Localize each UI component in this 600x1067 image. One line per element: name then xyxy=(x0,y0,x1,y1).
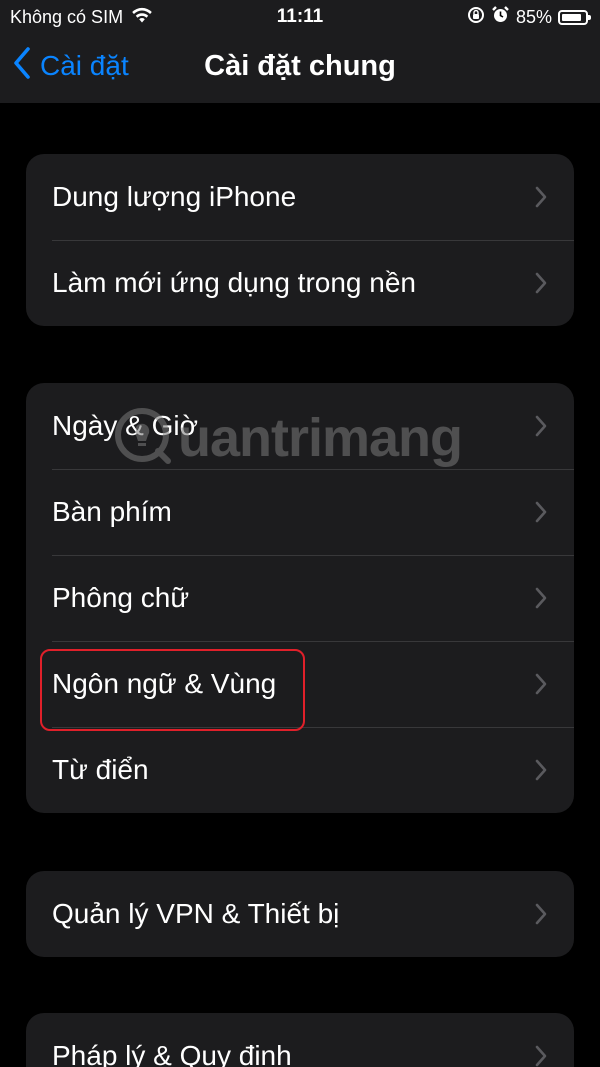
row-label: Từ điển xyxy=(52,754,149,785)
settings-group-legal: Pháp lý & Quy định xyxy=(26,1013,574,1067)
row-language-region[interactable]: Ngôn ngữ & Vùng xyxy=(26,641,574,727)
row-label: Phông chữ xyxy=(52,582,190,613)
chevron-right-icon xyxy=(535,587,547,609)
row-legal-regulatory[interactable]: Pháp lý & Quy định xyxy=(26,1013,574,1067)
chevron-right-icon xyxy=(535,501,547,523)
row-date-time[interactable]: Ngày & Giờ xyxy=(26,383,574,469)
row-background-refresh[interactable]: Làm mới ứng dụng trong nền xyxy=(26,240,574,326)
battery-percent: 85% xyxy=(515,6,552,27)
alarm-icon xyxy=(491,5,510,29)
chevron-right-icon xyxy=(535,903,547,925)
battery-icon xyxy=(558,9,591,25)
row-label: Quản lý VPN & Thiết bị xyxy=(52,898,340,929)
screen: Không có SIM 11:11 85% Cài đặt Cài đặt c… xyxy=(0,0,600,1067)
page-title: Cài đặt chung xyxy=(204,50,396,82)
row-label: Ngày & Giờ xyxy=(52,410,198,441)
chevron-right-icon xyxy=(535,415,547,437)
row-dictionary[interactable]: Từ điển xyxy=(26,727,574,813)
chevron-right-icon xyxy=(535,272,547,294)
status-right: 85% xyxy=(467,5,591,29)
row-fonts[interactable]: Phông chữ xyxy=(26,555,574,641)
top-bar: Không có SIM 11:11 85% Cài đặt Cài đặt c… xyxy=(0,0,600,103)
row-keyboard[interactable]: Bàn phím xyxy=(26,469,574,555)
row-label: Làm mới ứng dụng trong nền xyxy=(52,267,416,298)
settings-group-storage: Dung lượng iPhone Làm mới ứng dụng trong… xyxy=(26,154,574,326)
row-label: Bàn phím xyxy=(52,496,172,527)
settings-group-vpn: Quản lý VPN & Thiết bị xyxy=(26,871,574,957)
chevron-right-icon xyxy=(535,1045,547,1067)
chevron-right-icon xyxy=(535,186,547,208)
battery-fill xyxy=(562,13,581,21)
rotation-lock-icon xyxy=(467,6,485,29)
row-label: Pháp lý & Quy định xyxy=(52,1040,292,1067)
row-label: Dung lượng iPhone xyxy=(52,181,297,212)
row-label: Ngôn ngữ & Vùng xyxy=(52,668,277,699)
settings-group-locale: Ngày & Giờ Bàn phím Phông chữ Ngôn ngữ &… xyxy=(26,383,574,813)
row-vpn-device-management[interactable]: Quản lý VPN & Thiết bị xyxy=(26,871,574,957)
chevron-right-icon xyxy=(535,673,547,695)
row-iphone-storage[interactable]: Dung lượng iPhone xyxy=(26,154,574,240)
chevron-right-icon xyxy=(535,759,547,781)
